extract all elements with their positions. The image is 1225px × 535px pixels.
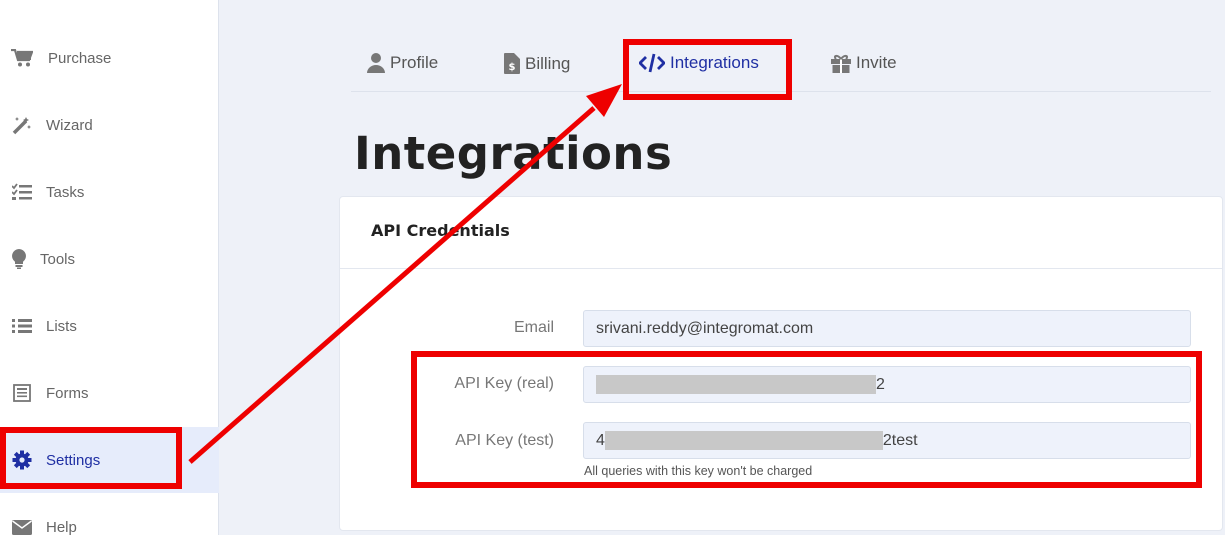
sidebar-item-help[interactable]: Help bbox=[0, 507, 219, 535]
api-key-real-value-end: 2 bbox=[876, 375, 885, 393]
sidebar-item-label: Tasks bbox=[46, 183, 85, 201]
list-icon bbox=[11, 316, 33, 336]
user-icon bbox=[367, 53, 385, 73]
redacted-value bbox=[604, 431, 883, 450]
card-title: API Credentials bbox=[340, 197, 1222, 269]
form-icon bbox=[11, 383, 33, 403]
sidebar-item-label: Lists bbox=[46, 317, 77, 335]
tasks-icon bbox=[11, 182, 33, 202]
sidebar: Purchase Wizard Tasks Tools Lists Forms bbox=[0, 0, 219, 535]
gear-icon bbox=[11, 450, 33, 470]
sidebar-item-settings[interactable]: Settings bbox=[0, 427, 219, 493]
svg-text:$: $ bbox=[509, 62, 516, 73]
sidebar-item-label: Tools bbox=[40, 250, 76, 268]
tab-label: Integrations bbox=[670, 53, 759, 72]
api-key-real-field[interactable]: 2 bbox=[583, 366, 1191, 403]
api-key-test-value-start: 4 bbox=[596, 431, 605, 449]
api-key-test-field[interactable]: 4 2test bbox=[583, 422, 1191, 459]
settings-tabs: Profile $ Billing Integrations Invite bbox=[351, 40, 1211, 92]
sidebar-item-wizard[interactable]: Wizard bbox=[0, 105, 219, 145]
api-key-real-label: API Key (real) bbox=[454, 375, 554, 392]
sidebar-item-tools[interactable]: Tools bbox=[0, 239, 219, 279]
email-field[interactable]: srivani.reddy@integromat.com bbox=[583, 310, 1191, 347]
sidebar-item-label: Purchase bbox=[48, 49, 112, 67]
sidebar-item-label: Forms bbox=[46, 384, 89, 402]
sidebar-item-lists[interactable]: Lists bbox=[0, 306, 219, 346]
api-key-test-label: API Key (test) bbox=[455, 432, 554, 449]
magic-wand-icon bbox=[11, 115, 33, 135]
page-title: Integrations bbox=[354, 127, 673, 180]
api-key-test-value-end: 2test bbox=[882, 431, 918, 449]
email-value: srivani.reddy@integromat.com bbox=[596, 319, 814, 337]
cart-icon bbox=[11, 48, 33, 68]
api-key-test-help: All queries with this key won't be charg… bbox=[584, 464, 813, 478]
gift-icon bbox=[831, 54, 851, 73]
sidebar-item-label: Wizard bbox=[46, 116, 93, 134]
tab-billing[interactable]: $ Billing bbox=[504, 53, 570, 74]
envelope-icon bbox=[11, 517, 33, 535]
sidebar-item-label: Settings bbox=[46, 451, 101, 469]
tab-invite[interactable]: Invite bbox=[831, 53, 897, 73]
tab-integrations[interactable]: Integrations bbox=[639, 53, 759, 73]
tab-label: Invite bbox=[856, 53, 897, 72]
redacted-value bbox=[596, 375, 876, 394]
sidebar-item-tasks[interactable]: Tasks bbox=[0, 172, 219, 212]
lightbulb-icon bbox=[11, 249, 27, 269]
tab-label: Billing bbox=[525, 53, 571, 73]
invoice-icon: $ bbox=[504, 53, 520, 74]
code-icon bbox=[639, 53, 665, 73]
email-label: Email bbox=[513, 319, 554, 336]
api-credentials-card: API Credentials Email srivani.reddy@inte… bbox=[339, 196, 1223, 531]
sidebar-item-label: Help bbox=[46, 518, 77, 535]
sidebar-item-purchase[interactable]: Purchase bbox=[0, 38, 219, 78]
sidebar-item-forms[interactable]: Forms bbox=[0, 373, 219, 413]
tab-label: Profile bbox=[390, 53, 439, 72]
tab-profile[interactable]: Profile bbox=[367, 53, 438, 73]
